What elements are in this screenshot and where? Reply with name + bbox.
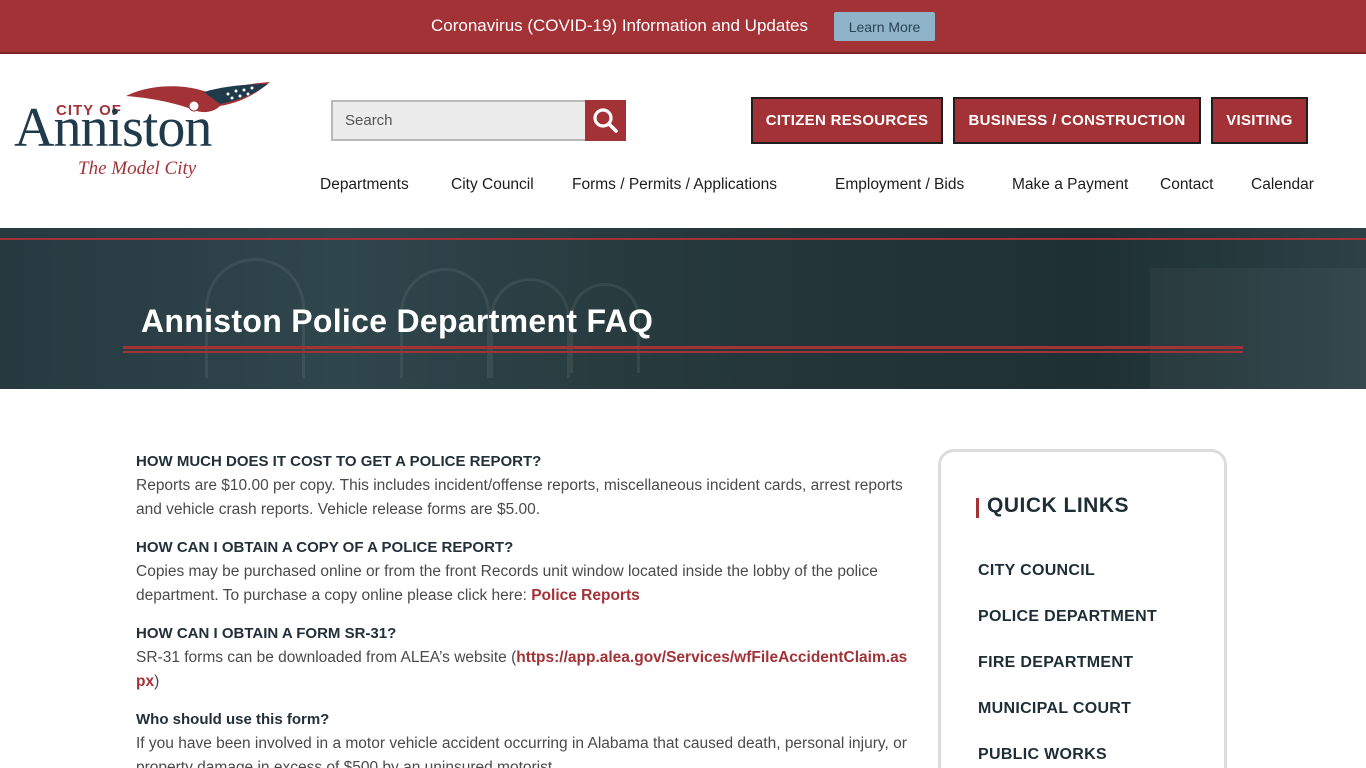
faq-question: HOW CAN I OBTAIN A FORM SR-31? [136,625,397,642]
logo-tagline: The Model City [78,158,197,179]
faq-answer: Reports are $10.00 per copy. This includ… [136,477,903,518]
hero-background-awning [1150,268,1366,389]
faq-answer-text: Copies may be purchased online or from t… [136,563,878,604]
nav-departments[interactable]: Departments [320,176,409,194]
covid-alert-bar: Coronavirus (COVID-19) Information and U… [0,0,1366,54]
quick-link-fire-department[interactable]: FIRE DEPARTMENT [978,654,1133,672]
title-underline [123,351,1243,353]
faq-answer: SR-31 forms can be downloaded from ALEA’… [136,646,916,694]
search-bar [331,100,626,141]
nav-city-council[interactable]: City Council [451,176,534,194]
alert-text: Coronavirus (COVID-19) Information and U… [431,16,808,35]
learn-more-button[interactable]: Learn More [834,12,935,41]
faq-answer: Copies may be purchased online or from t… [136,560,916,608]
page-hero: Anniston Police Department FAQ [0,228,1366,389]
nav-employment-bids[interactable]: Employment / Bids [835,176,964,194]
city-logo[interactable]: CITY OF Anniston The Model City [14,82,270,186]
hero-divider [0,238,1366,240]
faq-answer-text: SR-31 forms can be downloaded from ALEA’… [136,649,517,666]
search-icon [593,108,618,133]
faq-content: HOW MUCH DOES IT COST TO GET A POLICE RE… [136,450,916,768]
faq-answer: If you have been involved in a motor veh… [136,735,907,768]
quick-links-panel: QUICK LINKS CITY COUNCIL POLICE DEPARTME… [938,449,1227,768]
faq-question: HOW CAN I OBTAIN A COPY OF A POLICE REPO… [136,539,514,556]
page-title: Anniston Police Department FAQ [141,303,654,339]
faq-question: Who should use this form? [136,711,330,728]
business-construction-button[interactable]: BUSINESS / CONSTRUCTION [953,97,1201,144]
title-underline [123,346,1243,349]
quick-link-municipal-court[interactable]: MUNICIPAL COURT [978,700,1131,718]
search-input[interactable] [331,100,585,141]
quick-links-accent [976,498,979,518]
citizen-resources-button[interactable]: CITIZEN RESOURCES [751,97,943,144]
quick-link-public-works[interactable]: PUBLIC WORKS [978,746,1107,764]
faq-question: HOW MUCH DOES IT COST TO GET A POLICE RE… [136,453,542,470]
quick-link-city-council[interactable]: CITY COUNCIL [978,562,1095,580]
nav-make-a-payment[interactable]: Make a Payment [1012,176,1128,194]
visiting-button[interactable]: VISITING [1211,97,1308,144]
faq-answer-text: ) [154,673,160,690]
nav-forms-permits-applications[interactable]: Forms / Permits / Applications [572,176,777,194]
logo-name: Anniston [14,97,212,159]
search-button[interactable] [585,100,626,141]
nav-contact[interactable]: Contact [1160,176,1213,194]
quick-links-title: QUICK LINKS [987,494,1129,517]
nav-calendar[interactable]: Calendar [1251,176,1314,194]
police-reports-link[interactable]: Police Reports [531,587,640,604]
quick-link-police-department[interactable]: POLICE DEPARTMENT [978,608,1157,626]
